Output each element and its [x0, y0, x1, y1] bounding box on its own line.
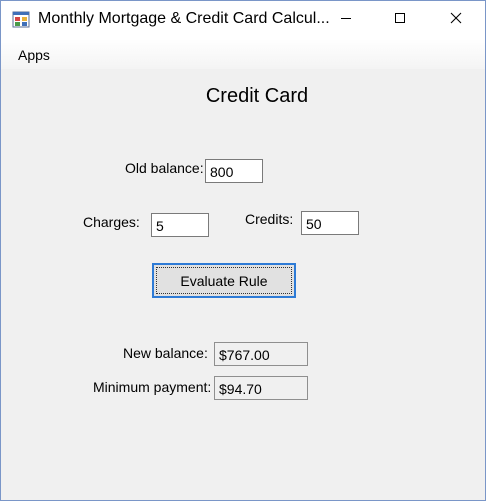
- old-balance-input[interactable]: [205, 159, 263, 183]
- credits-input[interactable]: [301, 211, 359, 235]
- credits-label: Credits:: [245, 211, 294, 227]
- maximize-button[interactable]: [377, 1, 423, 39]
- old-balance-label: Old balance:: [125, 160, 204, 176]
- new-balance-label: New balance:: [123, 345, 208, 361]
- minimize-button[interactable]: [323, 1, 369, 39]
- new-balance-output[interactable]: [214, 342, 308, 366]
- close-button[interactable]: [433, 1, 479, 39]
- evaluate-rule-label: Evaluate Rule: [180, 273, 268, 289]
- app-icon: [12, 11, 30, 28]
- charges-label: Charges:: [83, 214, 140, 230]
- minimize-icon: [340, 11, 352, 29]
- page-title: Credit Card: [205, 85, 309, 107]
- minimum-payment-output[interactable]: [214, 376, 308, 400]
- charges-input[interactable]: [151, 213, 209, 237]
- menu-item-apps[interactable]: Apps: [17, 47, 51, 63]
- app-window: Monthly Mortgage & Credit Card Calcul...…: [0, 0, 486, 501]
- window-title: Monthly Mortgage & Credit Card Calcul...: [38, 10, 330, 27]
- minimum-payment-label: Minimum payment:: [93, 379, 212, 395]
- maximize-icon: [394, 11, 406, 29]
- evaluate-rule-button[interactable]: Evaluate Rule: [152, 263, 296, 298]
- close-icon: [450, 11, 462, 29]
- menu-bar: Apps: [1, 39, 485, 69]
- title-bar[interactable]: Monthly Mortgage & Credit Card Calcul...: [1, 1, 485, 39]
